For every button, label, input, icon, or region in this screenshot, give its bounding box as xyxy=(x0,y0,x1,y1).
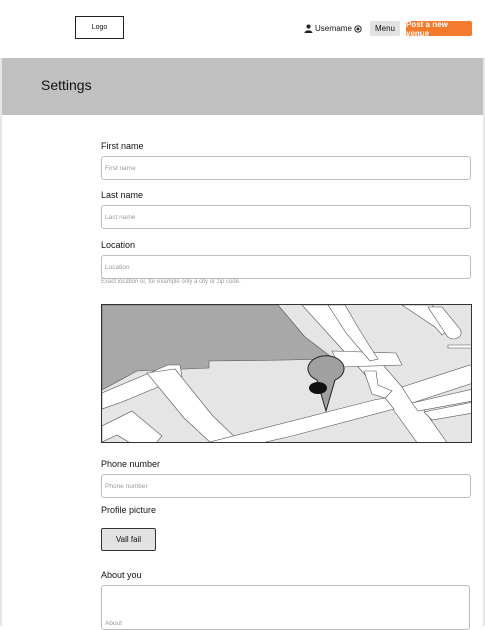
last-name-label: Last name xyxy=(101,190,144,200)
location-map[interactable] xyxy=(101,304,472,443)
logo[interactable]: Logo xyxy=(75,16,124,39)
first-name-label: First name xyxy=(101,141,144,151)
settings-banner: Settings xyxy=(2,58,483,115)
location-label: Location xyxy=(101,240,136,250)
gear-icon xyxy=(354,24,362,33)
choose-file-button[interactable]: Vall fail xyxy=(101,528,156,551)
phone-input[interactable] xyxy=(101,474,471,498)
phone-label: Phone number xyxy=(101,459,161,469)
user-icon xyxy=(304,24,313,33)
top-bar: Logo Username Menu Post a new venue xyxy=(0,0,485,58)
username-label: Username xyxy=(315,24,352,33)
about-textarea[interactable] xyxy=(101,585,470,630)
profile-picture-label: Profile picture xyxy=(101,505,157,515)
last-name-input[interactable] xyxy=(101,205,471,229)
user-menu[interactable]: Username xyxy=(304,24,362,33)
about-label: About you xyxy=(101,570,142,580)
location-input[interactable] xyxy=(101,255,471,279)
page-title: Settings xyxy=(41,77,92,93)
menu-button[interactable]: Menu xyxy=(370,21,400,36)
location-hint: Exact location or, for example only a ci… xyxy=(101,279,241,285)
post-venue-button[interactable]: Post a new venue xyxy=(406,20,472,38)
map-graphic xyxy=(102,305,471,442)
first-name-input[interactable] xyxy=(101,156,471,180)
